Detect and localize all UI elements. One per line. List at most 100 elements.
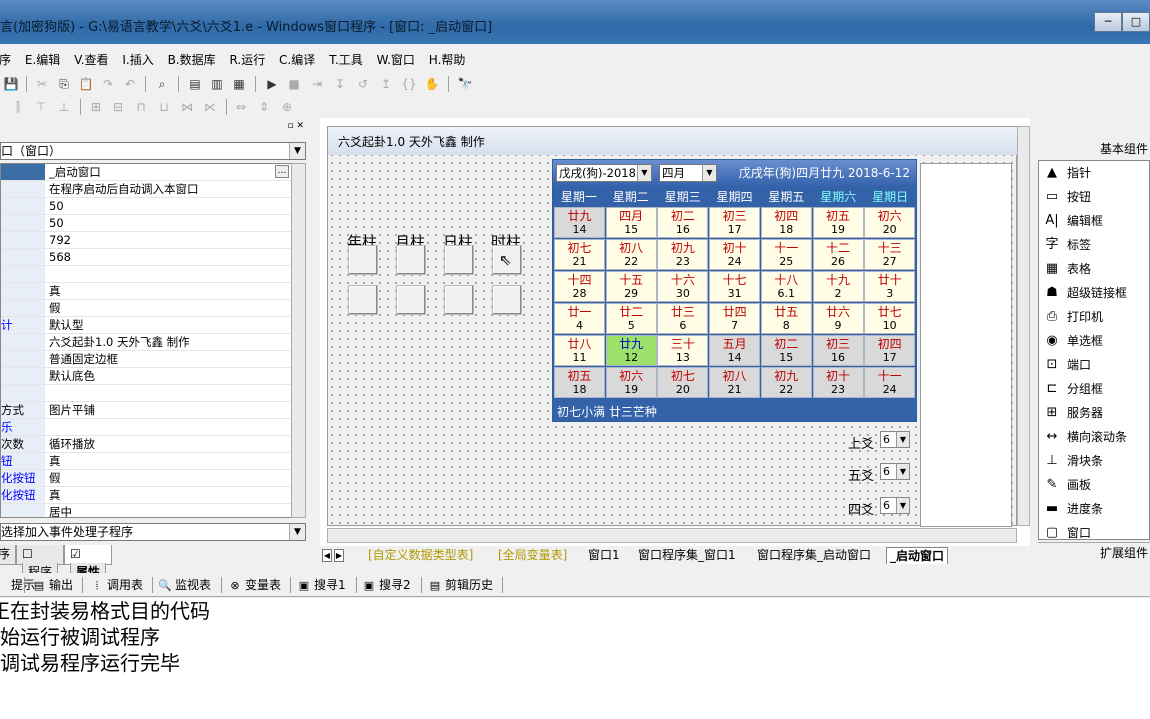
stop-icon[interactable]: ■ [286, 76, 302, 92]
calendar-day-cell[interactable]: 十九 2 [812, 271, 864, 302]
calendar-day-cell[interactable]: 十六 30 [657, 271, 709, 302]
calendar-day-cell[interactable]: 初二 15 [760, 335, 812, 366]
property-row[interactable]: 六爻起卦1.0 天外飞鑫 制作 [1, 334, 291, 351]
hour-stem-box[interactable]: ⇖ [492, 245, 522, 275]
property-value[interactable]: 默认底色 [49, 368, 291, 384]
tab-next-icon[interactable]: ▶ [334, 549, 344, 562]
center-form-icon[interactable]: ⊕ [279, 99, 295, 115]
tab-search1[interactable]: ▣ 搜寻1 [297, 577, 346, 594]
calendar-day-cell[interactable]: 廿八 11 [554, 335, 605, 366]
component-item[interactable]: ▦ 表格 [1039, 257, 1149, 281]
property-row[interactable]: 50 [1, 215, 291, 232]
day-stem-box[interactable] [444, 245, 474, 275]
copy-icon[interactable]: ⎘ [56, 76, 72, 92]
form-canvas[interactable]: 六爻起卦1.0 天外飞鑫 制作 年柱 月柱 日柱 时柱 ⇖ 戊戌(狗)-2018… [327, 126, 1018, 527]
menu-run[interactable]: R.运行 [224, 50, 270, 70]
tab-hint[interactable]: 提示 [0, 577, 35, 593]
calendar-day-cell[interactable]: 初八 22 [605, 239, 657, 270]
step-into-icon[interactable]: ↧ [332, 76, 348, 92]
chevron-down-icon[interactable]: ▼ [289, 524, 305, 540]
tab-search2[interactable]: ▣ 搜寻2 [362, 577, 411, 594]
hand-icon[interactable]: ✋ [424, 76, 440, 92]
chevron-down-icon[interactable]: ▼ [637, 165, 651, 181]
ellipsis-button[interactable]: … [275, 165, 289, 178]
tab-custom-types[interactable]: [自定义数据类型表] [368, 547, 473, 564]
property-row[interactable]: 普通固定边框 [1, 351, 291, 368]
chevron-down-icon[interactable]: ▼ [702, 165, 716, 181]
tab-window1[interactable]: 窗口1 [588, 547, 620, 564]
menu-edit[interactable]: E.编辑 [20, 50, 65, 70]
tab-variables[interactable]: ⊗ 变量表 [228, 577, 281, 594]
tab-window-assembly-1[interactable]: 窗口程序集_窗口1 [638, 547, 736, 564]
calendar-day-cell[interactable]: 廿九 12 [605, 335, 657, 366]
property-value[interactable]: 568 [49, 249, 291, 265]
cut-icon[interactable]: ✂ [34, 76, 50, 92]
menu-window[interactable]: W.窗口 [372, 50, 420, 70]
menu-program[interactable]: 序 [0, 50, 16, 70]
calendar-day-cell[interactable]: 初六 19 [605, 367, 657, 398]
chevron-down-icon[interactable]: ▼ [289, 143, 305, 159]
yao-select[interactable]: 6 ▼ [880, 431, 910, 448]
property-value[interactable]: 50 [49, 215, 291, 231]
property-value[interactable]: 居中 [49, 504, 291, 517]
center-form-h-icon[interactable]: ⇔ [233, 99, 249, 115]
space-h-icon[interactable]: ⋈ [179, 99, 195, 115]
calendar-day-cell[interactable]: 初十 24 [709, 239, 761, 270]
component-item[interactable]: ⊏ 分组框 [1039, 377, 1149, 401]
property-value[interactable] [49, 385, 291, 401]
extended-components-header[interactable]: 扩展组件 [1038, 542, 1150, 562]
event-selector[interactable]: 选择加入事件处理子程序 ▼ [0, 523, 306, 541]
calendar-day-cell[interactable]: 初三 17 [709, 207, 761, 238]
property-row[interactable]: 真 [1, 283, 291, 300]
tab-watch[interactable]: 🔍 监视表 [158, 577, 211, 594]
component-item[interactable]: ☗ 超级链接框 [1039, 281, 1149, 305]
calendar-day-cell[interactable]: 廿十 3 [864, 271, 916, 302]
property-row[interactable]: 568 [1, 249, 291, 266]
calendar-day-cell[interactable]: 四月 15 [605, 207, 657, 238]
property-value[interactable]: 假 [49, 470, 291, 486]
property-row[interactable]: _启动窗口… [1, 164, 291, 181]
year-select[interactable]: 戊戌(狗)-2018 ▼ [556, 164, 652, 182]
menu-compile[interactable]: C.编译 [274, 50, 320, 70]
property-row[interactable]: 默认底色 [1, 368, 291, 385]
property-value[interactable]: 假 [49, 300, 291, 316]
calendar-day-cell[interactable]: 十八 6.1 [760, 271, 812, 302]
tab-clip-history[interactable]: ▤ 剪辑历史 [428, 577, 493, 594]
property-row[interactable]: 792 [1, 232, 291, 249]
component-item[interactable]: ▲ 指针 [1039, 161, 1149, 185]
tab-prev-icon[interactable]: ◀ [322, 549, 332, 562]
component-item[interactable]: ▢ 窗口 [1039, 521, 1149, 539]
property-value[interactable]: 六爻起卦1.0 天外飞鑫 制作 [49, 334, 291, 350]
chevron-down-icon[interactable]: ▼ [896, 432, 909, 447]
property-value[interactable]: 图片平铺 [49, 402, 291, 418]
property-value[interactable]: _启动窗口 [49, 164, 291, 180]
day-branch-box[interactable] [444, 285, 474, 315]
binoculars-icon[interactable]: 🔭 [457, 76, 473, 92]
component-placeholder[interactable] [920, 163, 1012, 527]
calendar-day-cell[interactable]: 十二 26 [812, 239, 864, 270]
chevron-down-icon[interactable]: ▼ [896, 498, 909, 513]
menu-view[interactable]: V.查看 [69, 50, 113, 70]
calendar-day-cell[interactable]: 廿六 9 [812, 303, 864, 334]
property-scrollbar[interactable] [291, 163, 306, 518]
calendar-day-cell[interactable]: 三十 13 [657, 335, 709, 366]
center-v-icon[interactable]: ⊟ [110, 99, 126, 115]
calendar-day-cell[interactable]: 初九 23 [657, 239, 709, 270]
layout2-icon[interactable]: ▥ [209, 76, 225, 92]
property-row[interactable]: 化按钮真 [1, 487, 291, 504]
property-row[interactable]: 钮真 [1, 453, 291, 470]
property-row[interactable]: 乐 [1, 419, 291, 436]
calendar-day-cell[interactable]: 廿九 14 [554, 207, 605, 238]
property-value[interactable] [49, 266, 291, 282]
hour-branch-box[interactable] [492, 285, 522, 315]
component-item[interactable]: ✎ 画板 [1039, 473, 1149, 497]
property-row[interactable]: 计默认型 [1, 317, 291, 334]
maximize-button[interactable]: □ [1122, 12, 1150, 32]
component-item[interactable]: ⊡ 端口 [1039, 353, 1149, 377]
center-form-v-icon[interactable]: ⇕ [256, 99, 272, 115]
property-value[interactable] [49, 419, 291, 435]
component-item[interactable]: ◉ 单选框 [1039, 329, 1149, 353]
calendar-day-cell[interactable]: 五月 14 [709, 335, 761, 366]
property-value[interactable]: 真 [49, 283, 291, 299]
menu-insert[interactable]: I.插入 [117, 50, 158, 70]
